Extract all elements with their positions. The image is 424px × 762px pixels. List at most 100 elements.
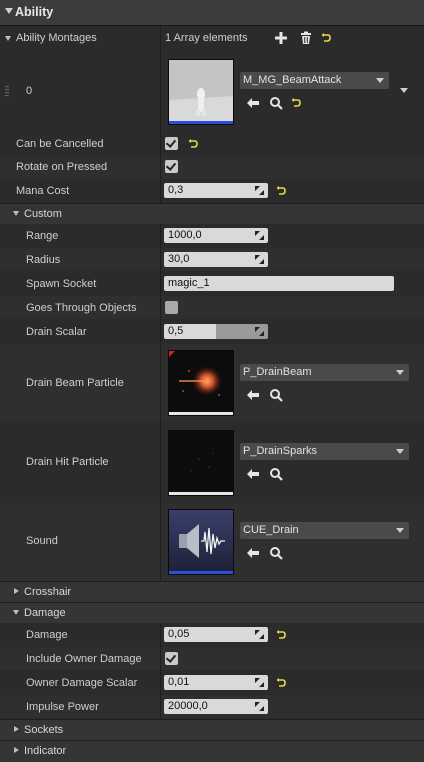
sound-dropdown[interactable]: CUE_Drain	[240, 522, 409, 539]
chevron-down-icon	[396, 528, 404, 533]
sockets-section-label: Sockets	[24, 724, 64, 736]
range-field[interactable]: 1000,0	[164, 228, 268, 243]
damage-section-header[interactable]: Damage	[0, 602, 424, 623]
ability-montages-label: Ability Montages	[16, 32, 97, 44]
use-selected-arrow-icon[interactable]	[246, 546, 260, 560]
impulse-power-value: 20000,0	[168, 700, 208, 712]
range-label: Range	[26, 230, 59, 242]
reset-to-default-icon[interactable]	[276, 186, 286, 196]
radius-value: 30,0	[168, 253, 190, 265]
expand-arrow-icon	[13, 211, 19, 216]
resize-grip-icon	[255, 327, 264, 336]
spawn-socket-row: Spawn Socket magic_1	[0, 272, 424, 295]
drain-beam-particle-label: Drain Beam Particle	[26, 377, 124, 389]
damage-section-label: Damage	[24, 607, 66, 619]
collapsed-arrow-icon	[14, 747, 19, 753]
reset-to-default-icon[interactable]	[188, 139, 198, 149]
owner-damage-scalar-row: Owner Damage Scalar 0,01	[0, 671, 424, 694]
custom-section-label: Custom	[24, 208, 62, 220]
drain-beam-particle-row: Drain Beam Particle P_DrainBeam	[0, 344, 424, 423]
ability-category-header[interactable]: Ability	[0, 0, 424, 26]
owner-damage-scalar-label: Owner Damage Scalar	[26, 677, 138, 689]
goes-through-objects-checkbox[interactable]	[165, 301, 178, 314]
browse-search-icon[interactable]	[269, 546, 283, 560]
sockets-section-header[interactable]: Sockets	[0, 719, 424, 740]
montage-asset-dropdown[interactable]: M_MG_BeamAttack	[240, 72, 389, 89]
browse-search-icon[interactable]	[269, 96, 283, 110]
use-selected-arrow-icon[interactable]	[246, 96, 260, 110]
sound-row: Sound CUE_Drain	[0, 503, 424, 581]
goes-through-objects-label: Goes Through Objects	[26, 302, 137, 314]
mana-cost-field[interactable]: 0,3	[164, 183, 268, 198]
chevron-down-icon	[396, 449, 404, 454]
hit-particle-dropdown[interactable]: P_DrainSparks	[240, 443, 409, 460]
crosshair-section-header[interactable]: Crosshair	[0, 581, 424, 602]
rotate-on-pressed-checkbox[interactable]	[165, 160, 178, 173]
browse-search-icon[interactable]	[269, 388, 283, 402]
collapsed-arrow-icon	[14, 726, 19, 732]
mana-cost-row: Mana Cost 0,3	[0, 180, 424, 203]
chevron-down-icon	[396, 370, 404, 375]
collapsed-arrow-icon	[14, 588, 19, 594]
array-count-text: 1 Array elements	[165, 32, 248, 44]
goes-through-objects-row: Goes Through Objects	[0, 296, 424, 319]
reset-to-default-icon[interactable]	[276, 678, 286, 688]
crosshair-section-label: Crosshair	[24, 586, 72, 598]
beam-particle-thumbnail[interactable]	[168, 350, 234, 416]
rotate-on-pressed-row: Rotate on Pressed	[0, 156, 424, 179]
range-value: 1000,0	[168, 229, 202, 241]
reset-to-default-icon[interactable]	[291, 98, 301, 108]
use-selected-arrow-icon[interactable]	[246, 388, 260, 402]
delete-all-icon[interactable]	[299, 31, 313, 45]
can-be-cancelled-label: Can be Cancelled	[16, 138, 104, 150]
drain-hit-particle-label: Drain Hit Particle	[26, 456, 109, 468]
include-owner-damage-label: Include Owner Damage	[26, 653, 142, 665]
spawn-socket-input[interactable]: magic_1	[164, 276, 394, 291]
range-row: Range 1000,0	[0, 224, 424, 247]
beam-asset-name: P_DrainBeam	[243, 366, 312, 378]
add-element-icon[interactable]	[274, 31, 288, 45]
column-divider[interactable]	[160, 623, 161, 719]
resize-grip-icon	[255, 231, 264, 240]
impulse-power-row: Impulse Power 20000,0	[0, 695, 424, 718]
array-index-label: 0	[26, 85, 33, 97]
column-divider[interactable]	[160, 26, 161, 203]
montage-thumbnail[interactable]	[168, 59, 234, 125]
damage-value: 0,05	[168, 628, 190, 640]
can-be-cancelled-checkbox[interactable]	[165, 137, 178, 150]
expand-arrow-icon[interactable]	[5, 36, 11, 41]
drain-scalar-row: Drain Scalar 0,5	[0, 320, 424, 343]
reset-to-default-icon[interactable]	[321, 33, 331, 43]
use-selected-arrow-icon[interactable]	[246, 467, 260, 481]
owner-damage-scalar-field[interactable]: 0,01	[164, 675, 268, 690]
sound-asset-name: CUE_Drain	[243, 524, 299, 536]
damage-label: Damage	[26, 629, 68, 641]
drag-handle-icon[interactable]	[5, 85, 9, 97]
impulse-power-label: Impulse Power	[26, 701, 99, 713]
reset-to-default-icon[interactable]	[276, 630, 286, 640]
spawn-socket-label: Spawn Socket	[26, 278, 97, 290]
mana-cost-value: 0,3	[168, 184, 184, 196]
montage-asset-name: M_MG_BeamAttack	[243, 74, 342, 86]
radius-row: Radius 30,0	[0, 248, 424, 271]
element-options-chevron-icon[interactable]	[400, 88, 408, 93]
browse-search-icon[interactable]	[269, 467, 283, 481]
damage-field[interactable]: 0,05	[164, 627, 268, 642]
hit-particle-thumbnail[interactable]	[168, 430, 234, 496]
beam-particle-dropdown[interactable]: P_DrainBeam	[240, 364, 409, 381]
damage-row: Damage 0,05	[0, 623, 424, 646]
column-divider[interactable]	[160, 224, 161, 581]
impulse-power-field[interactable]: 20000,0	[164, 699, 268, 714]
indicator-section-header[interactable]: Indicator	[0, 740, 424, 762]
drain-scalar-slider[interactable]: 0,5	[164, 324, 268, 339]
drain-scalar-value: 0,5	[168, 325, 184, 337]
sound-thumbnail[interactable]	[168, 509, 234, 575]
resize-grip-icon	[255, 630, 264, 639]
hit-asset-name: P_DrainSparks	[243, 445, 317, 457]
rotate-on-pressed-label: Rotate on Pressed	[16, 161, 108, 173]
can-be-cancelled-row: Can be Cancelled	[0, 133, 424, 155]
owner-damage-scalar-value: 0,01	[168, 676, 190, 688]
custom-section-header[interactable]: Custom	[0, 203, 424, 224]
radius-field[interactable]: 30,0	[164, 252, 268, 267]
include-owner-damage-checkbox[interactable]	[165, 652, 178, 665]
